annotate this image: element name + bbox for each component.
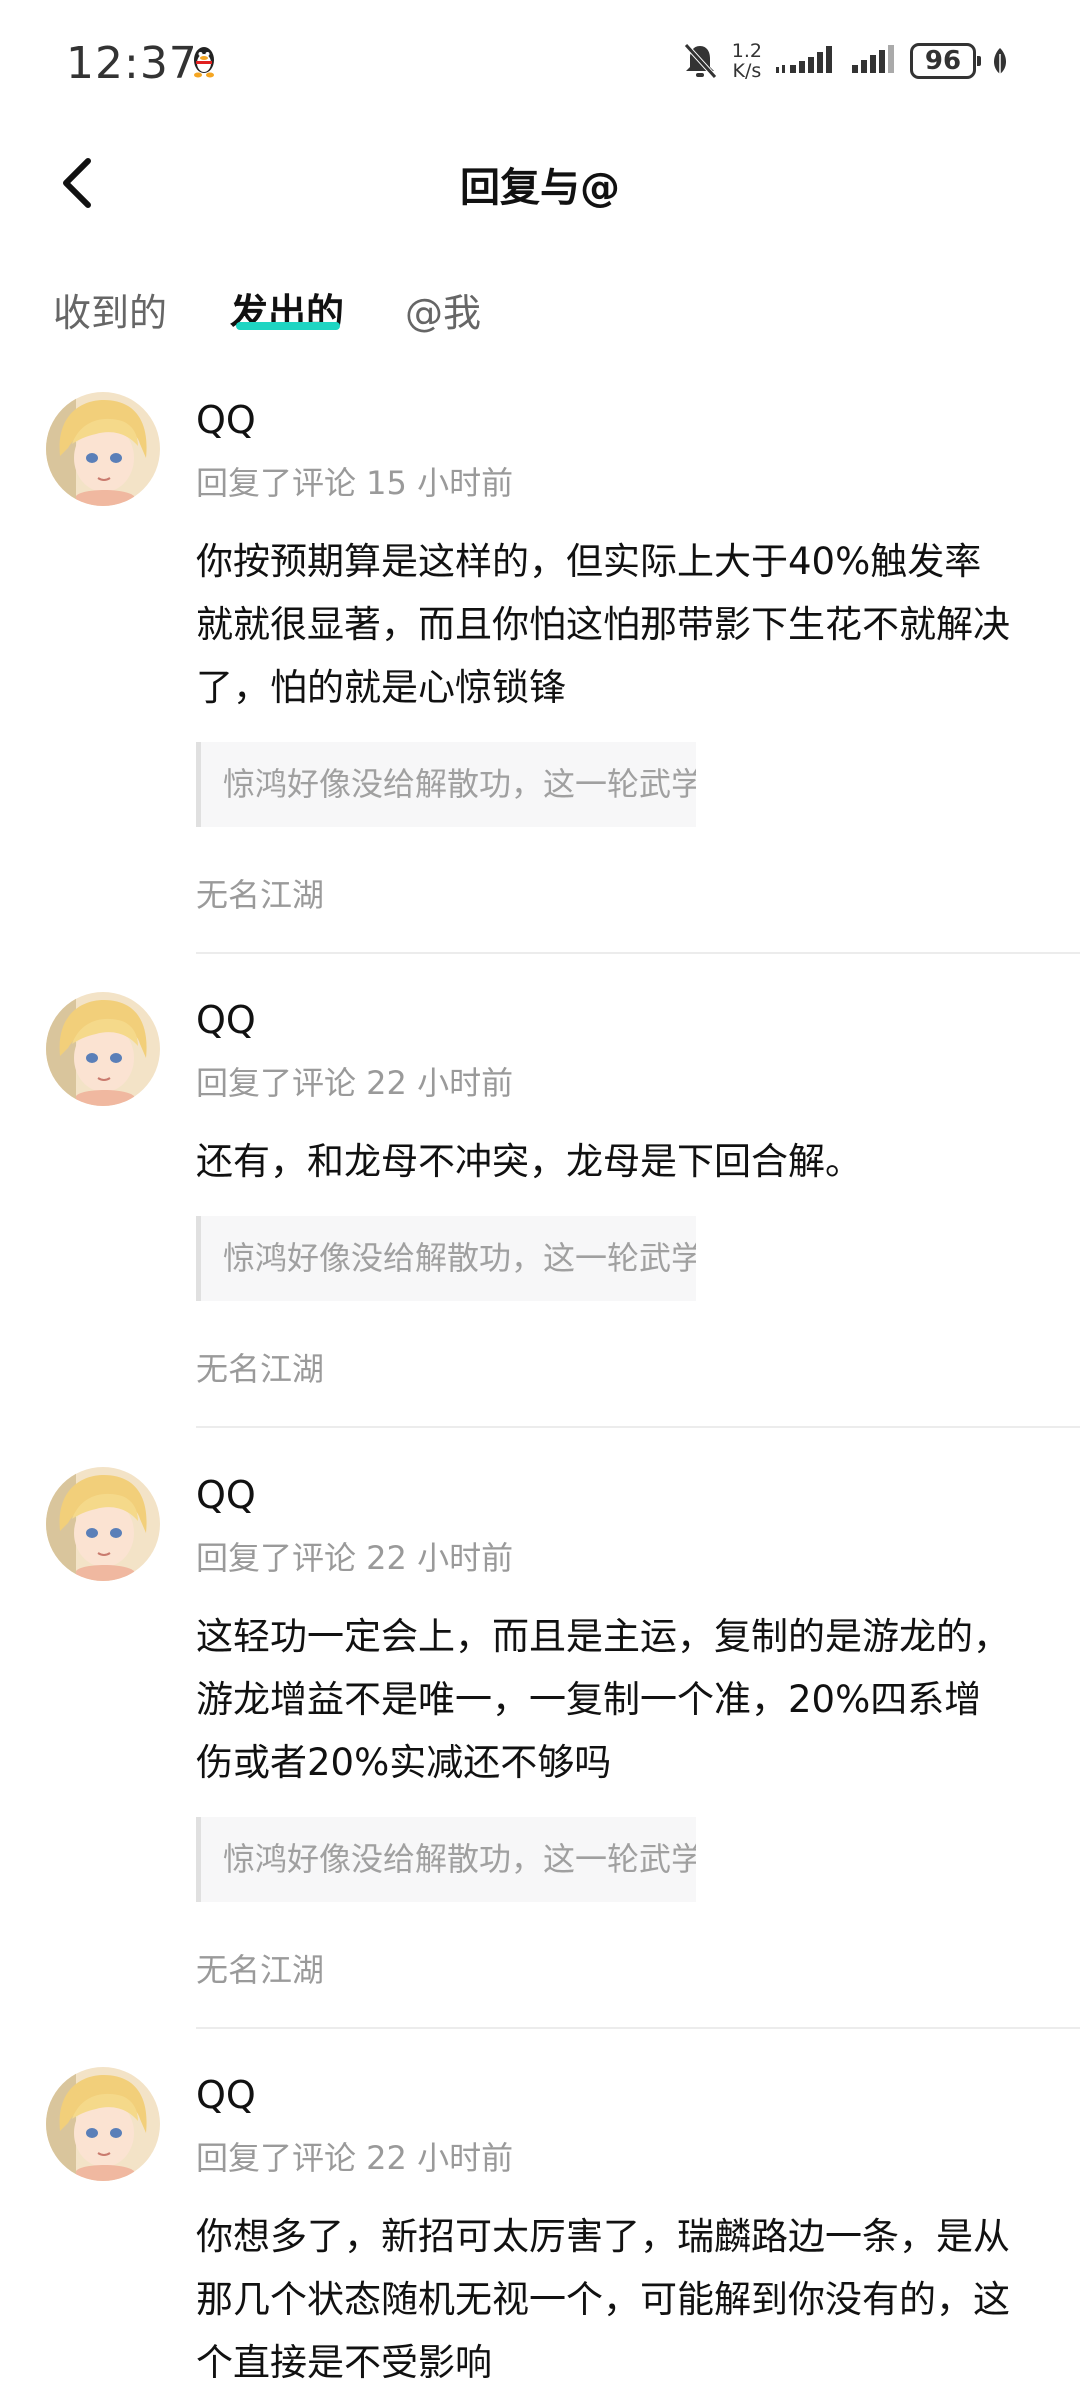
- bell-muted-icon: [683, 43, 717, 79]
- reply-content[interactable]: 你想多了，新招可太厉害了，瑞麟路边一条，是从那几个状态随机无视一个，可能解到你没…: [196, 2205, 1016, 2394]
- tab-received[interactable]: 收到的: [53, 282, 167, 337]
- signal-1-icon: [776, 46, 832, 73]
- list-item[interactable]: QQ 回复了评论 22 小时前 你想多了，新招可太厉害了，瑞麟路边一条，是从那几…: [0, 2055, 1080, 2384]
- quoted-comment[interactable]: 惊鸿好像没给解散功，这一轮武学本质就是用...: [196, 1216, 696, 1301]
- source-label[interactable]: 无名江湖: [196, 870, 324, 916]
- quoted-comment[interactable]: 惊鸿好像没给解散功，这一轮武学本质就是用...: [196, 742, 696, 827]
- tab-bar: 收到的 发出的 @我: [0, 270, 1080, 350]
- reply-content[interactable]: 你按预期算是这样的，但实际上大于40%触发率就就很显著，而且你怕这怕那带影下生花…: [196, 530, 1016, 719]
- username[interactable]: QQ: [196, 2073, 256, 2117]
- reply-content[interactable]: 还有，和龙母不冲突，龙母是下回合解。: [196, 1130, 1016, 1193]
- divider: [196, 2027, 1080, 2029]
- network-speed: 1.2 K/s: [731, 40, 762, 82]
- reply-content[interactable]: 这轻功一定会上，而且是主运，复制的是游龙的，游龙增益不是唯一，一复制一个准，20…: [196, 1605, 1016, 1794]
- list-item[interactable]: QQ 回复了评论 22 小时前 还有，和龙母不冲突，龙母是下回合解。 惊鸿好像没…: [0, 980, 1080, 1430]
- list-item[interactable]: QQ 回复了评论 22 小时前 这轻功一定会上，而且是主运，复制的是游龙的，游龙…: [0, 1455, 1080, 2029]
- reply-meta: 回复了评论 15 小时前: [196, 464, 514, 502]
- divider: [196, 952, 1080, 954]
- status-right: 1.2 K/s 96: [682, 36, 1010, 86]
- battery-indicator: 96: [910, 43, 981, 79]
- page-header: 回复与@: [0, 125, 1080, 241]
- tab-mentions[interactable]: @我: [405, 282, 481, 337]
- source-label[interactable]: 无名江湖: [196, 1945, 324, 1991]
- list-item[interactable]: QQ 回复了评论 15 小时前 你按预期算是这样的，但实际上大于40%触发率就就…: [0, 380, 1080, 954]
- qq-penguin-icon: [194, 47, 214, 78]
- status-bar: 12:37 1.2 K/s 96: [0, 0, 1080, 125]
- username[interactable]: QQ: [196, 998, 256, 1042]
- reply-meta: 回复了评论 22 小时前: [196, 1539, 514, 1577]
- divider: [196, 1426, 1080, 1428]
- avatar[interactable]: [46, 2067, 160, 2181]
- leaf-icon: [994, 48, 1006, 74]
- reply-meta: 回复了评论 22 小时前: [196, 2139, 514, 2177]
- avatar[interactable]: [46, 992, 160, 1106]
- avatar[interactable]: [46, 392, 160, 506]
- source-label[interactable]: 无名江湖: [196, 1344, 324, 1390]
- username[interactable]: QQ: [196, 1473, 256, 1517]
- quoted-comment[interactable]: 惊鸿好像没给解散功，这一轮武学本质就是用...: [196, 1817, 696, 1902]
- status-time: 12:37: [66, 38, 198, 89]
- signal-2-icon: [852, 45, 894, 73]
- tab-active-indicator: [236, 322, 340, 330]
- username[interactable]: QQ: [196, 398, 256, 442]
- avatar[interactable]: [46, 1467, 160, 1581]
- page-title: 回复与@: [460, 165, 620, 211]
- reply-meta: 回复了评论 22 小时前: [196, 1064, 514, 1102]
